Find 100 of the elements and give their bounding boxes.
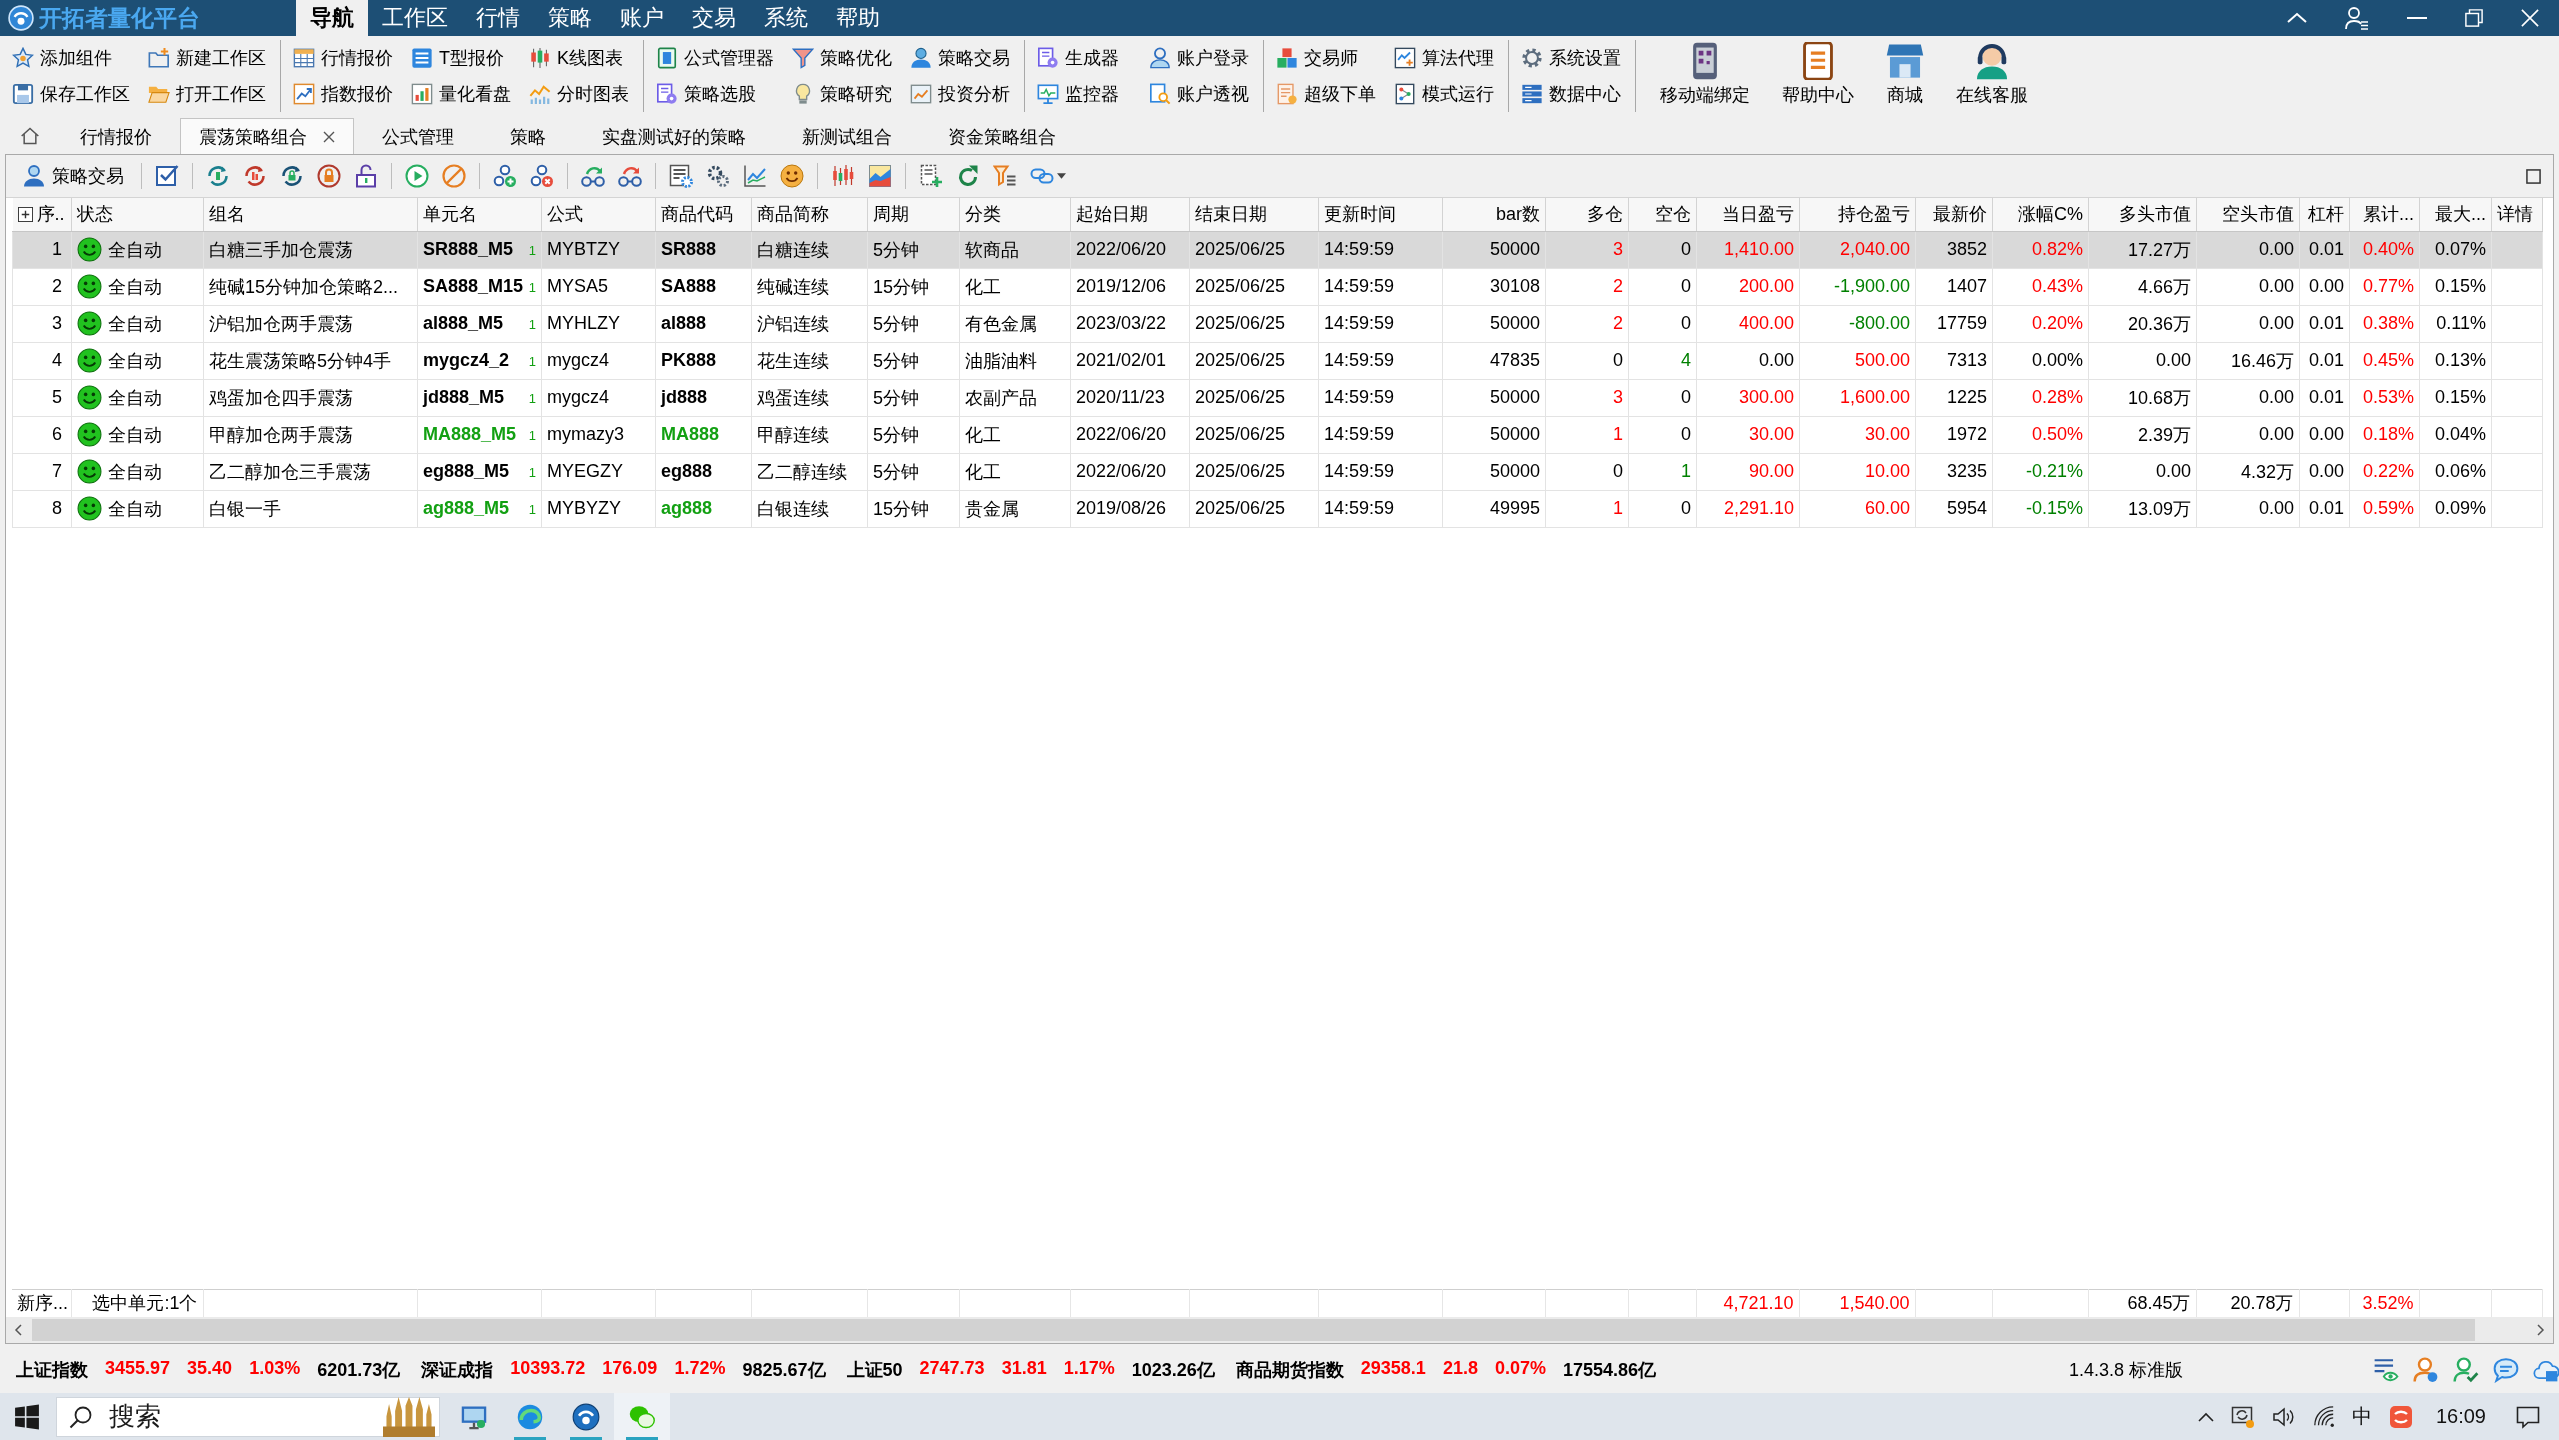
nodes-remove-icon[interactable] xyxy=(530,164,554,188)
ribbon-button[interactable]: 量化看盘 xyxy=(408,76,514,112)
ribbon-button[interactable]: 投资分析 xyxy=(907,76,1013,112)
column-header[interactable]: 商品代码 xyxy=(655,198,752,231)
table-row[interactable]: 3 全自动 沪铝加仓两手震荡 al888_M5 1 MYHLZY al888 沪铝连续 5分钟 有色金属 2023/03/22 2025/06/25 14:59:59 50000 2 0 400.00 -800.00 17759 0.20% 20.36万 0.00 0.01 0.38% 0.11% xyxy=(12,305,2543,342)
column-header[interactable]: 最新价 xyxy=(1915,198,1993,231)
ribbon-button[interactable]: 策略选股 xyxy=(653,76,777,112)
play-icon[interactable] xyxy=(405,164,429,188)
cycle-icon[interactable] xyxy=(243,164,267,188)
ribbon-button[interactable]: 策略研究 xyxy=(789,76,895,112)
ribbon-button[interactable]: 帮助中心 xyxy=(1766,36,1870,107)
ribbon-button[interactable]: 数据中心 xyxy=(1518,76,1624,112)
ribbon-button[interactable]: 打开工作区 xyxy=(145,76,269,112)
column-header[interactable]: 分类 xyxy=(959,198,1071,231)
horizontal-scrollbar[interactable] xyxy=(6,1317,2553,1343)
list-eye-icon[interactable] xyxy=(2373,1357,2399,1383)
ribbon-button[interactable]: 算法代理 xyxy=(1391,40,1497,76)
cycle-icon[interactable] xyxy=(206,164,230,188)
close-icon[interactable] xyxy=(323,130,335,143)
unlock-icon[interactable] xyxy=(354,164,378,188)
home-icon[interactable] xyxy=(20,126,40,146)
windows-logo-icon[interactable] xyxy=(14,1403,40,1430)
line-chart-icon[interactable] xyxy=(743,164,767,188)
column-header[interactable]: 多仓 xyxy=(1545,198,1629,231)
column-header[interactable]: 持仓盈亏 xyxy=(1799,198,1916,231)
column-header[interactable]: 涨幅C% xyxy=(1992,198,2089,231)
ribbon-button[interactable]: 指数报价 xyxy=(290,76,396,112)
smiley-icon[interactable] xyxy=(780,164,804,188)
column-header[interactable]: 公式 xyxy=(541,198,656,231)
menu-item[interactable]: 交易 xyxy=(678,0,750,36)
menu-item[interactable]: 账户 xyxy=(606,0,678,36)
maximize-icon[interactable] xyxy=(2526,168,2541,184)
table-row[interactable]: 8 全自动 白银一手 ag888_M5 1 MYBYZY ag888 白银连续 15分钟 贵金属 2019/08/26 2025/06/25 14:59:59 49995 1 0 2,291.10 60.00 5954 -0.15% 13.09万 0.00 0.01 0.59% 0.09% xyxy=(12,490,2543,527)
ribbon-button[interactable]: 超级下单 xyxy=(1273,76,1379,112)
tab[interactable]: 新测试组合 xyxy=(774,118,920,154)
cycle-lock-icon[interactable] xyxy=(280,164,304,188)
column-header[interactable]: 状态 xyxy=(71,198,204,231)
chat-icon[interactable] xyxy=(2493,1357,2519,1383)
person-check-icon[interactable] xyxy=(2453,1357,2479,1383)
column-header[interactable]: 起始日期 xyxy=(1070,198,1190,231)
column-header[interactable]: 更新时间 xyxy=(1318,198,1443,231)
tab[interactable]: 资金策略组合 xyxy=(920,118,1084,154)
search-input[interactable]: 搜索 xyxy=(109,1399,367,1434)
clock-text[interactable]: 16:09 xyxy=(2435,1405,2486,1428)
menu-item[interactable]: 策略 xyxy=(534,0,606,36)
notification-icon[interactable] xyxy=(2515,1404,2541,1429)
ribbon-button[interactable]: 账户登录 xyxy=(1146,40,1252,76)
expand-icon[interactable] xyxy=(17,206,33,222)
ribbon-button[interactable]: 账户透视 xyxy=(1146,76,1252,112)
ime-indicator[interactable]: 中 xyxy=(2351,1403,2372,1430)
candlestick-icon[interactable] xyxy=(831,164,855,188)
ribbon-button[interactable]: 系统设置 xyxy=(1518,40,1624,76)
column-header[interactable]: 累计... xyxy=(2349,198,2420,231)
table-row[interactable]: 2 全自动 纯碱15分钟加仓策略2... SA888_M15 1 MYSA5 SA888 纯碱连续 15分钟 化工 2019/12/06 2025/06/25 14:59:59 30108 2 0 200.00 -1,900.00 1407 0.43% 4.66万 0.00 0.00 0.77% 0.15% xyxy=(12,268,2543,305)
user-icon[interactable] xyxy=(2345,6,2369,30)
column-header[interactable]: 空头市值 xyxy=(2196,198,2300,231)
menu-item[interactable]: 系统 xyxy=(750,0,822,36)
glasses-arrow-icon[interactable] xyxy=(618,164,642,188)
filter-icon[interactable] xyxy=(993,164,1017,188)
table-row[interactable]: 6 全自动 甲醇加仓两手震荡 MA888_M5 1 mymazy3 MA888 甲醇连续 5分钟 化工 2022/06/20 2025/06/25 14:59:59 50000 1 0 30.00 30.00 1972 0.50% 2.39万 0.00 0.00 0.18% 0.04% xyxy=(12,416,2543,453)
ribbon-button[interactable]: 新建工作区 xyxy=(145,40,269,76)
column-header[interactable]: bar数 xyxy=(1442,198,1546,231)
ribbon-button[interactable]: 生成器 xyxy=(1034,40,1134,76)
document-plus-icon[interactable] xyxy=(919,164,943,188)
chevron-left-icon[interactable] xyxy=(14,1324,22,1336)
ribbon-button[interactable]: 交易师 xyxy=(1273,40,1379,76)
area-chart-icon[interactable] xyxy=(868,164,892,188)
ribbon-button[interactable]: 分时图表 xyxy=(526,76,632,112)
table-row[interactable]: 5 全自动 鸡蛋加仓四手震荡 jd888_M5 1 mygcz4 jd888 鸡蛋连续 5分钟 农副产品 2020/11/23 2025/06/25 14:59:59 50000 3 0 300.00 1,600.00 1225 0.28% 10.68万 0.00 0.01 0.53% 0.15% xyxy=(12,379,2543,416)
column-header[interactable]: 周期 xyxy=(867,198,960,231)
table-row[interactable]: 7 全自动 乙二醇加仓三手震荡 eg888_M5 1 MYEGZY eg888 乙二醇连续 5分钟 化工 2022/06/20 2025/06/25 14:59:59 50000 0 1 90.00 10.00 3235 -0.21% 0.00 4.32万 0.00 0.22% 0.06% xyxy=(12,453,2543,490)
ribbon-button[interactable]: 添加组件 xyxy=(9,40,133,76)
table-row[interactable]: 1 全自动 白糖三手加仓震荡 SR888_M5 1 MYBTZY SR888 白糖连续 5分钟 软商品 2022/06/20 2025/06/25 14:59:59 50000 3 0 1,410.00 2,040.00 3852 0.82% 17.27万 0.00 0.01 0.40% 0.07% xyxy=(12,231,2543,268)
lock-icon[interactable] xyxy=(317,164,341,188)
caret-up-icon[interactable] xyxy=(2197,1411,2214,1422)
ribbon-button[interactable]: 监控器 xyxy=(1034,76,1134,112)
refresh-icon[interactable] xyxy=(956,164,980,188)
ribbon-button[interactable]: 模式运行 xyxy=(1391,76,1497,112)
column-header[interactable]: 空仓 xyxy=(1628,198,1697,231)
ribbon-button[interactable]: 公式管理器 xyxy=(653,40,777,76)
checkbox-icon[interactable] xyxy=(155,164,179,188)
list-gear-icon[interactable] xyxy=(669,164,693,188)
column-header[interactable]: 当日盈亏 xyxy=(1696,198,1800,231)
column-header[interactable]: 详情 xyxy=(2491,198,2543,231)
column-header[interactable]: 单元名 xyxy=(417,198,542,231)
restore-icon[interactable] xyxy=(2465,9,2483,27)
nodes-add-icon[interactable] xyxy=(493,164,517,188)
ribbon-button[interactable]: 移动端绑定 xyxy=(1644,36,1766,107)
tab[interactable]: 行情报价 xyxy=(52,118,180,154)
person-icon[interactable] xyxy=(2413,1357,2439,1383)
glasses-arrow-icon[interactable] xyxy=(581,164,605,188)
caret-down-icon[interactable] xyxy=(1057,173,1066,179)
ribbon-button[interactable]: T型报价 xyxy=(408,40,514,76)
ribbon-button[interactable]: 策略交易 xyxy=(907,40,1013,76)
app-tile-icon[interactable] xyxy=(2388,1404,2413,1429)
sync-icon[interactable] xyxy=(2230,1404,2255,1429)
column-header[interactable]: 商品简称 xyxy=(751,198,868,231)
tab[interactable]: 震荡策略组合 xyxy=(180,118,354,154)
column-header[interactable]: 杠杆 xyxy=(2299,198,2350,231)
column-header[interactable]: 结束日期 xyxy=(1189,198,1319,231)
